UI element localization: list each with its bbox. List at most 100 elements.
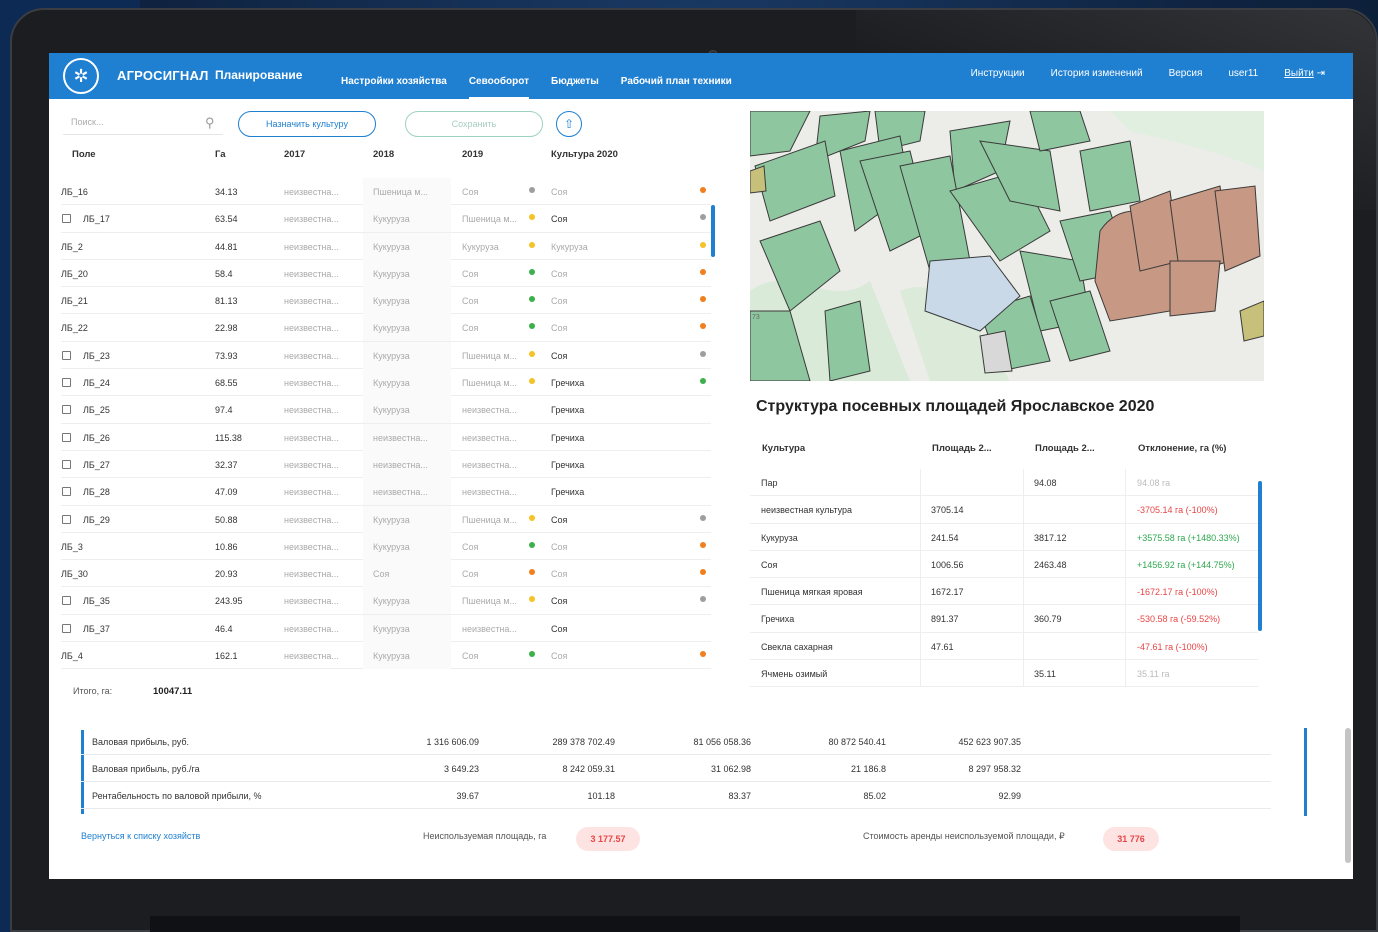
- row-checkbox[interactable]: [62, 514, 71, 524]
- structure-row[interactable]: Свекла сахарная 47.61 -47.61 га (-100%): [750, 632, 1258, 661]
- structure-row[interactable]: Гречиха 891.37 360.79 -530.58 га (-59.52%): [750, 605, 1258, 633]
- row-checkbox[interactable]: [62, 432, 71, 442]
- table-row[interactable]: ЛБ_29 50.88 неизвестна... Кукуруза Пшеница м…: [61, 505, 711, 533]
- table-row[interactable]: ЛБ_4 162.1 неизвестна... Кукуруза Соя Соя: [61, 642, 711, 670]
- crop-2020[interactable]: Гречиха: [551, 460, 584, 470]
- crop-2020[interactable]: Соя: [551, 214, 567, 224]
- col-field[interactable]: Поле: [72, 149, 96, 160]
- tab-machinery-plan[interactable]: Рабочий план техники: [621, 76, 732, 99]
- crop-2020[interactable]: Соя: [551, 269, 567, 279]
- brand-logo-icon[interactable]: ✲: [63, 58, 99, 94]
- table-row[interactable]: ЛБ_26 115.38 неизвестна... неизвестна... неи…: [61, 423, 711, 451]
- crop-2020[interactable]: Гречиха: [551, 378, 584, 388]
- table-row[interactable]: ЛБ_35 243.95 неизвестна... Кукуруза Пшеница …: [61, 587, 711, 615]
- crop-2020[interactable]: Гречиха: [551, 433, 584, 443]
- structure-row[interactable]: Пар 94.08 94.08 га: [750, 469, 1258, 497]
- crop-2020[interactable]: Гречиха: [551, 487, 584, 497]
- tab-farm-settings[interactable]: Настройки хозяйства: [341, 76, 447, 99]
- table-row[interactable]: ЛБ_37 46.4 неизвестна... Кукуруза неизвестна…: [61, 614, 711, 643]
- row-checkbox[interactable]: [62, 350, 71, 360]
- logout-icon[interactable]: ⇥: [1317, 68, 1325, 79]
- divider: [1125, 578, 1126, 606]
- col-ha[interactable]: Га: [215, 149, 226, 160]
- crop-2020[interactable]: Соя: [551, 515, 567, 525]
- page-scrollbar[interactable]: [1345, 728, 1351, 863]
- table-row[interactable]: ЛБ_20 58.4 неизвестна... Кукуруза Соя Соя: [61, 259, 711, 288]
- crop-2019: Соя: [462, 569, 479, 580]
- crop-2020[interactable]: Соя: [551, 569, 567, 579]
- table-row[interactable]: ЛБ_27 32.37 неизвестна... неизвестна... неиз…: [61, 450, 711, 479]
- crop-2020[interactable]: Соя: [551, 651, 567, 661]
- version-link[interactable]: Версия: [1169, 68, 1203, 79]
- row-checkbox[interactable]: [62, 487, 71, 497]
- structure-row[interactable]: Ячмень озимый 35.11 35.11 га: [750, 660, 1258, 688]
- col-area-1[interactable]: Площадь 2...: [932, 443, 992, 454]
- logout-link[interactable]: Выйти ⇥: [1284, 68, 1325, 79]
- table-row[interactable]: ЛБ_2 44.81 неизвестна... Кукуруза Кукуруза Ку…: [61, 232, 711, 260]
- tab-budgets[interactable]: Бюджеты: [551, 76, 599, 99]
- crop-2018: Кукуруза: [373, 405, 410, 416]
- row-checkbox[interactable]: [62, 378, 71, 388]
- fields-map[interactable]: 73: [750, 111, 1264, 381]
- crop-2020[interactable]: Кукуруза: [551, 242, 588, 252]
- cloud-upload-icon[interactable]: ⇧: [556, 111, 582, 137]
- col-area-2[interactable]: Площадь 2...: [1035, 443, 1095, 454]
- table-row[interactable]: ЛБ_22 22.98 неизвестна... Кукуруза Соя Соя: [61, 314, 711, 342]
- crop-2018: неизвестна...: [373, 432, 428, 443]
- table-row[interactable]: ЛБ_28 47.09 неизвестна... неизвестна... неиз…: [61, 478, 711, 506]
- assign-crop-button[interactable]: Назначить культуру: [238, 111, 376, 137]
- back-to-farms-link[interactable]: Вернуться к списку хозяйств: [81, 831, 200, 841]
- search-icon[interactable]: ⚲: [205, 115, 215, 131]
- unused-rent-label: Стоимость аренды неиспользуемой площади,…: [863, 831, 1065, 841]
- row-checkbox[interactable]: [62, 214, 71, 224]
- table-row[interactable]: ЛБ_23 73.93 неизвестна... Кукуруза Пшеница м…: [61, 341, 711, 370]
- divider: [1023, 605, 1024, 633]
- table-row[interactable]: ЛБ_21 81.13 неизвестна... Кукуруза Соя Соя: [61, 287, 711, 315]
- structure-row[interactable]: Пшеница мягкая яровая 1672.17 -1672.17 га …: [750, 578, 1258, 606]
- row-checkbox[interactable]: [62, 596, 71, 606]
- budget-panel-scrollbar[interactable]: [1304, 728, 1307, 816]
- crop-2020[interactable]: Соя: [551, 596, 567, 606]
- crop-2020[interactable]: Соя: [551, 296, 567, 306]
- col-2019[interactable]: 2019: [462, 149, 483, 160]
- field-area: 162.1: [215, 651, 238, 662]
- row-checkbox[interactable]: [62, 623, 71, 633]
- divider: [1023, 660, 1024, 688]
- structure-crop: Пар: [761, 478, 778, 488]
- crop-2020[interactable]: Соя: [551, 351, 567, 361]
- table-row[interactable]: ЛБ_24 68.55 неизвестна... Кукуруза Пшеница м…: [61, 369, 711, 397]
- crop-2020[interactable]: Соя: [551, 323, 567, 333]
- crop-2020[interactable]: Соя: [551, 187, 567, 197]
- search-input[interactable]: Поиск...: [63, 111, 223, 135]
- col-deviation[interactable]: Отклонение, га (%): [1138, 443, 1226, 454]
- col-culture[interactable]: Культура: [762, 443, 805, 454]
- logout-label[interactable]: Выйти: [1284, 68, 1314, 79]
- crop-2018: Пшеница м...: [373, 187, 429, 197]
- tab-crop-rotation[interactable]: Севооборот: [468, 76, 529, 99]
- row-checkbox[interactable]: [62, 405, 71, 415]
- field-name: ЛБ_24: [83, 378, 110, 389]
- history-link[interactable]: История изменений: [1051, 68, 1143, 79]
- structure-row[interactable]: Соя 1006.56 2463.48 +1456.92 га (+144.75%): [750, 550, 1258, 579]
- col-2017[interactable]: 2017: [284, 149, 305, 160]
- structure-row[interactable]: неизвестная культура 3705.14 -3705.14 га (…: [750, 496, 1258, 524]
- table-row[interactable]: ЛБ_25 97.4 неизвестна... Кукуруза неизвестна…: [61, 396, 711, 424]
- crop-2020[interactable]: Соя: [551, 624, 567, 634]
- crop-2020[interactable]: Соя: [551, 542, 567, 552]
- col-2018[interactable]: 2018: [373, 149, 394, 160]
- instructions-link[interactable]: Инструкции: [971, 68, 1025, 79]
- table-row[interactable]: ЛБ_17 63.54 неизвестна... Кукуруза Пшеница м…: [61, 205, 711, 233]
- crop-2020[interactable]: Гречиха: [551, 405, 584, 415]
- table-row[interactable]: ЛБ_16 34.13 неизвестна... Пшеница м... Соя Со…: [61, 178, 711, 206]
- crop-2019: неизвестна...: [462, 623, 517, 634]
- table-row[interactable]: ЛБ_3 10.86 неизвестна... Кукуруза Соя Соя: [61, 532, 711, 561]
- map-canvas[interactable]: 73: [750, 111, 1264, 381]
- col-crop-2020[interactable]: Культура 2020: [551, 149, 618, 160]
- fields-table-body: ЛБ_16 34.13 неизвестна... Пшеница м... Соя Со…: [61, 178, 711, 670]
- row-checkbox[interactable]: [62, 459, 71, 469]
- structure-table-scrollbar[interactable]: [1258, 481, 1262, 631]
- table-row[interactable]: ЛБ_30 20.93 неизвестна... Соя Соя Соя: [61, 560, 711, 588]
- structure-row[interactable]: Кукуруза 241.54 3817.12 +3575.58 га (+1480.…: [750, 523, 1258, 551]
- save-button[interactable]: Сохранить: [405, 111, 543, 137]
- fields-table-scrollbar[interactable]: [711, 205, 715, 257]
